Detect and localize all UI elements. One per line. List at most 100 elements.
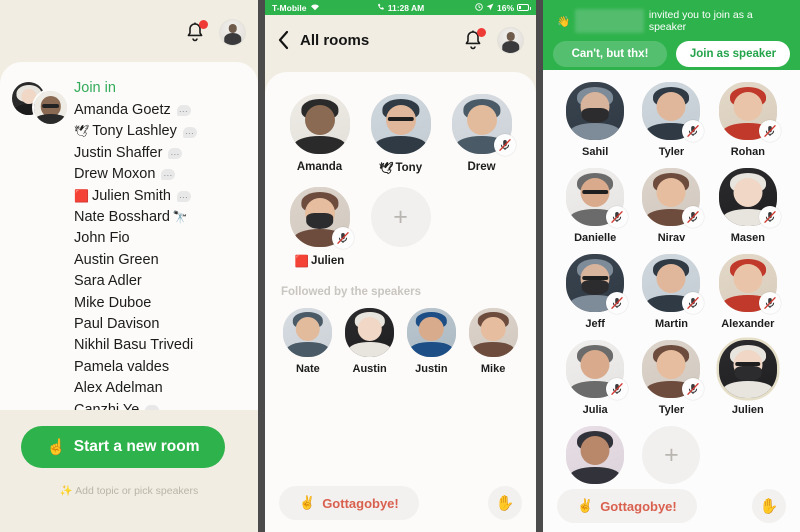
speaker-tile[interactable]: 🕊 Tony bbox=[360, 94, 441, 175]
room-person-tile[interactable]: Tyler bbox=[642, 340, 705, 416]
followed-person-tile[interactable]: Justin bbox=[406, 308, 456, 375]
person-list-item[interactable]: John Fio bbox=[74, 228, 197, 249]
speaker-prefix-emoji: 🟥 bbox=[294, 256, 310, 268]
profile-avatar[interactable] bbox=[219, 18, 246, 46]
room-person-tile[interactable]: Alexander bbox=[718, 254, 781, 330]
person-name-label: Julien Smith bbox=[91, 187, 171, 204]
person-list-item[interactable]: Pamela valdes bbox=[74, 357, 197, 378]
room-topbar: All rooms bbox=[265, 15, 536, 65]
leave-room-button[interactable]: ✌ Gottagobye! bbox=[557, 489, 697, 523]
room-person-avatar[interactable] bbox=[566, 254, 629, 314]
room-person-avatar[interactable] bbox=[566, 168, 629, 228]
add-speaker-button[interactable]: + bbox=[642, 426, 701, 484]
room-person-tile-partial[interactable] bbox=[566, 426, 625, 484]
room-person-avatar[interactable] bbox=[718, 340, 777, 398]
add-topic-hint[interactable]: ✨ Add topic or pick speakers bbox=[0, 484, 258, 497]
speaker-tile[interactable]: Amanda bbox=[279, 94, 360, 175]
speaker-avatar[interactable] bbox=[289, 187, 354, 249]
left-topbar bbox=[0, 0, 258, 64]
decline-invite-button[interactable]: Can't, but thx! bbox=[553, 41, 667, 67]
raised-hand-emoji: ✋ bbox=[495, 495, 515, 512]
room-person-tile[interactable]: Sahil bbox=[566, 82, 625, 158]
followed-person-name: Mike bbox=[480, 363, 506, 375]
person-name-label: Amanda Goetz bbox=[74, 102, 171, 118]
add-speaker-tile[interactable]: + bbox=[360, 187, 441, 268]
person-list-item[interactable]: 🟥 Julien Smith bbox=[74, 186, 197, 208]
room-person-tile[interactable]: Jeff bbox=[566, 254, 629, 330]
person-list-item[interactable]: Sara Adler bbox=[74, 271, 197, 292]
room-person-avatar[interactable] bbox=[718, 82, 781, 142]
pointing-up-emoji: ☝ bbox=[46, 438, 66, 456]
person-list-item[interactable]: Austin Green bbox=[74, 250, 197, 271]
notifications-bell-icon[interactable] bbox=[185, 20, 208, 43]
speaker-tile[interactable]: 🟥 Julien bbox=[279, 187, 360, 268]
room-avatar-stack bbox=[10, 80, 72, 128]
room-person-avatar[interactable] bbox=[718, 254, 781, 314]
room-person-tile[interactable]: Rohan bbox=[718, 82, 781, 158]
speakers-grid: Amanda 🕊 Tony Drew 🟥 Julien + bbox=[265, 94, 536, 268]
middle-panel-room: T-Mobile 11:28 AM 16% All rooms Amanda 🕊… bbox=[265, 0, 536, 532]
add-topic-hint-label: Add topic or pick speakers bbox=[75, 485, 199, 497]
room-person-tile[interactable]: Masen bbox=[718, 168, 781, 244]
followed-person-tile[interactable]: Austin bbox=[345, 308, 395, 375]
muted-microphone-icon bbox=[687, 297, 700, 309]
start-a-new-room-button[interactable]: ☝ Start a new room bbox=[21, 426, 225, 468]
followed-person-avatar bbox=[345, 308, 395, 357]
person-list-item[interactable]: Justin Shaffer bbox=[74, 143, 197, 165]
room-person-tile[interactable]: Julia bbox=[566, 340, 629, 416]
person-list-item[interactable]: Amanda Goetz bbox=[74, 100, 197, 123]
person-list-item[interactable]: Nikhil Basu Trivedi bbox=[74, 335, 197, 356]
profile-photo bbox=[370, 94, 431, 154]
room-person-avatar[interactable] bbox=[566, 340, 629, 400]
leave-room-button[interactable]: ✌ Gottagobye! bbox=[279, 486, 419, 520]
raise-hand-button[interactable]: ✋ bbox=[488, 486, 522, 520]
person-name-label: Paul Davison bbox=[74, 316, 160, 333]
room-person-tile[interactable]: Martin bbox=[642, 254, 705, 330]
person-list-item[interactable]: Mike Duboe bbox=[74, 293, 197, 314]
profile-avatar[interactable] bbox=[497, 26, 524, 54]
clock-label: 11:28 AM bbox=[387, 2, 425, 13]
followed-grid: Nate Austin Justin Mike bbox=[265, 308, 536, 375]
person-list-item[interactable]: 🕊 Tony Lashley bbox=[74, 121, 197, 144]
back-chevron-icon[interactable] bbox=[277, 30, 290, 50]
person-list-item[interactable]: Alex Adelman bbox=[74, 378, 197, 399]
peace-hand-emoji: ✌ bbox=[577, 498, 594, 513]
raise-hand-button[interactable]: ✋ bbox=[752, 489, 786, 523]
muted-microphone-icon bbox=[498, 139, 511, 151]
speech-bubble-icon bbox=[176, 101, 191, 123]
leave-room-label: Gottagobye! bbox=[322, 495, 399, 511]
room-person-avatar[interactable] bbox=[642, 254, 705, 314]
right-people-grid: Sahil Tyler Rohan Danielle Nirav Masen Jeff Mar… bbox=[543, 82, 800, 484]
followed-person-tile[interactable]: Nate bbox=[283, 308, 333, 375]
person-list-item[interactable]: Drew Moxon bbox=[74, 164, 197, 187]
room-person-avatar[interactable] bbox=[642, 82, 705, 142]
followed-person-tile[interactable]: Mike bbox=[468, 308, 518, 375]
speaker-avatar[interactable] bbox=[370, 94, 431, 154]
room-person-tile[interactable]: Danielle bbox=[566, 168, 629, 244]
muted-microphone-icon bbox=[764, 211, 776, 223]
notifications-bell-icon[interactable] bbox=[463, 28, 486, 51]
room-person-tile[interactable]: Tyler bbox=[642, 82, 705, 158]
all-rooms-title[interactable]: All rooms bbox=[300, 32, 369, 49]
speaker-avatar[interactable] bbox=[451, 94, 516, 156]
join-as-speaker-button[interactable]: Join as speaker bbox=[676, 41, 790, 67]
person-name-label: Austin Green bbox=[74, 251, 159, 268]
add-speaker-button[interactable]: + bbox=[370, 187, 431, 247]
room-person-avatar[interactable] bbox=[642, 340, 705, 400]
speaker-tile[interactable]: Drew bbox=[441, 94, 522, 175]
person-list-item[interactable]: Nate Bosshard 🔭 bbox=[74, 207, 197, 228]
waving-hand-emoji: 👋 bbox=[557, 15, 571, 28]
person-prefix-emoji: 🟥 bbox=[74, 188, 89, 203]
room-person-tile[interactable]: Nirav bbox=[642, 168, 705, 244]
followed-person-avatar bbox=[468, 308, 518, 357]
room-person-tile[interactable]: Julien bbox=[718, 340, 777, 416]
hallway-room-card[interactable]: Join in Amanda Goetz🕊Tony LashleyJustin … bbox=[0, 62, 258, 422]
speaker-name-label: Drew bbox=[467, 161, 496, 173]
room-person-avatar[interactable] bbox=[642, 168, 705, 228]
speaker-avatar[interactable] bbox=[289, 94, 350, 154]
room-person-avatar[interactable] bbox=[566, 82, 625, 140]
person-list-item[interactable]: Paul Davison bbox=[74, 314, 197, 335]
add-speaker-tile[interactable]: + bbox=[642, 426, 701, 484]
mute-badge bbox=[758, 120, 781, 142]
room-person-avatar[interactable] bbox=[718, 168, 781, 228]
